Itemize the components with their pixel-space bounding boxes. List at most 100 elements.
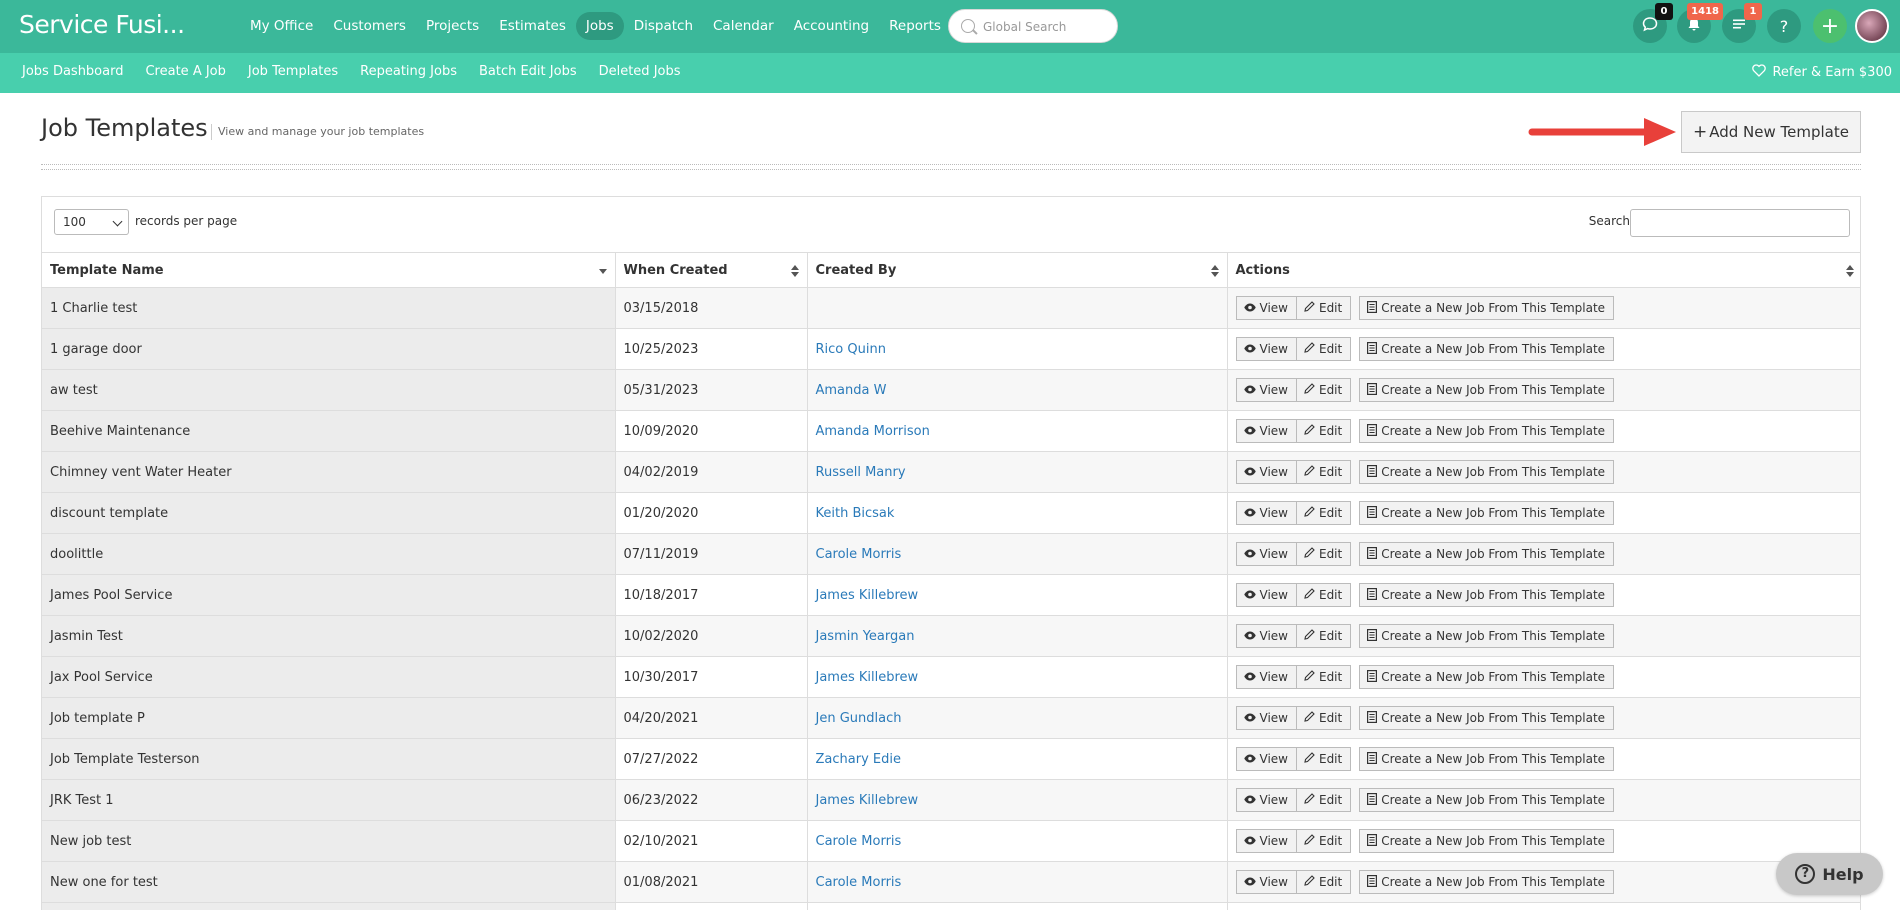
view-button[interactable]: View <box>1235 337 1297 361</box>
edit-button[interactable]: Edit <box>1296 788 1352 812</box>
create-job-from-template-button[interactable]: Create a New Job From This Template <box>1359 296 1615 320</box>
edit-button[interactable]: Edit <box>1296 870 1352 894</box>
subnav-item-deleted-jobs[interactable]: Deleted Jobs <box>599 64 681 79</box>
view-button[interactable]: View <box>1235 419 1297 443</box>
view-button[interactable]: View <box>1235 870 1297 894</box>
created-by-link[interactable]: Rico Quinn <box>816 342 886 357</box>
pencil-icon <box>1304 424 1315 438</box>
created-by-cell: James Killebrew <box>807 779 1228 821</box>
created-by-link[interactable]: Zachary Edie <box>816 752 901 767</box>
view-button[interactable]: View <box>1235 296 1297 320</box>
created-by-link[interactable]: Russell Manry <box>816 465 906 480</box>
help-widget-button[interactable]: ? Help <box>1776 853 1883 895</box>
help-button[interactable]: ? <box>1767 9 1801 43</box>
nav-item-calendar[interactable]: Calendar <box>703 12 784 40</box>
column-header-actions[interactable]: Actions <box>1227 252 1860 288</box>
column-header-when-created[interactable]: When Created <box>615 252 808 288</box>
brand-logo[interactable]: Service Fusi... <box>19 10 185 39</box>
create-job-from-template-button[interactable]: Create a New Job From This Template <box>1359 624 1615 648</box>
view-button[interactable]: View <box>1235 583 1297 607</box>
view-button[interactable]: View <box>1235 747 1297 771</box>
chat-button[interactable]: 0 <box>1633 3 1673 43</box>
created-by-link[interactable]: Jen Gundlach <box>816 711 902 726</box>
user-avatar[interactable] <box>1855 9 1889 43</box>
nav-item-projects[interactable]: Projects <box>416 12 489 40</box>
subnav-item-batch-edit-jobs[interactable]: Batch Edit Jobs <box>479 64 577 79</box>
nav-item-dispatch[interactable]: Dispatch <box>624 12 703 40</box>
create-job-from-template-button[interactable]: Create a New Job From This Template <box>1359 829 1615 853</box>
pencil-icon <box>1304 383 1315 397</box>
edit-button[interactable]: Edit <box>1296 829 1352 853</box>
subnav-item-job-templates[interactable]: Job Templates <box>248 64 338 79</box>
refer-earn-link[interactable]: Refer & Earn $300 <box>1752 64 1892 81</box>
global-search-input[interactable] <box>983 17 1108 37</box>
tasks-button[interactable]: 1 <box>1722 3 1762 43</box>
created-by-link[interactable]: Carole Morris <box>816 834 902 849</box>
view-button[interactable]: View <box>1235 378 1297 402</box>
create-job-from-template-button[interactable]: Create a New Job From This Template <box>1359 747 1615 771</box>
records-per-page-select[interactable]: 100 <box>54 209 129 235</box>
created-by-link[interactable]: James Killebrew <box>816 670 919 685</box>
edit-button[interactable]: Edit <box>1296 378 1352 402</box>
create-job-from-template-button[interactable]: Create a New Job From This Template <box>1359 665 1615 689</box>
edit-button[interactable]: Edit <box>1296 296 1352 320</box>
table-row: Beehive Maintenance 10/09/2020 Amanda Morr… <box>42 410 1860 452</box>
view-button[interactable]: View <box>1235 706 1297 730</box>
template-name-cell: 1 garage door <box>42 328 616 370</box>
created-by-link[interactable]: Jasmin Yeargan <box>816 629 915 644</box>
created-by-link[interactable]: James Killebrew <box>816 793 919 808</box>
nav-item-accounting[interactable]: Accounting <box>784 12 879 40</box>
edit-button[interactable]: Edit <box>1296 419 1352 443</box>
create-job-from-template-button[interactable]: Create a New Job From This Template <box>1359 337 1615 361</box>
quick-add-button[interactable]: + <box>1813 9 1847 43</box>
edit-button[interactable]: Edit <box>1296 747 1352 771</box>
subnav-item-create-a-job[interactable]: Create A Job <box>145 64 225 79</box>
edit-button[interactable]: Edit <box>1296 583 1352 607</box>
view-button[interactable]: View <box>1235 788 1297 812</box>
view-button[interactable]: View <box>1235 501 1297 525</box>
nav-item-my-office[interactable]: My Office <box>240 12 323 40</box>
column-header-template-name[interactable]: Template Name <box>42 252 616 288</box>
add-new-template-button[interactable]: + Add New Template <box>1681 111 1861 153</box>
subnav-item-jobs-dashboard[interactable]: Jobs Dashboard <box>22 64 123 79</box>
subnav-item-repeating-jobs[interactable]: Repeating Jobs <box>360 64 457 79</box>
edit-button[interactable]: Edit <box>1296 624 1352 648</box>
global-search[interactable] <box>948 9 1118 43</box>
create-job-from-template-button[interactable]: Create a New Job From This Template <box>1359 788 1615 812</box>
nav-item-reports[interactable]: Reports <box>879 12 951 40</box>
templates-table: Template Name When Created Created By Ac… <box>42 252 1860 910</box>
create-job-from-template-button[interactable]: Create a New Job From This Template <box>1359 378 1615 402</box>
view-button[interactable]: View <box>1235 829 1297 853</box>
edit-label: Edit <box>1318 629 1343 643</box>
create-job-from-template-button[interactable]: Create a New Job From This Template <box>1359 542 1615 566</box>
nav-item-jobs[interactable]: Jobs <box>575 12 624 40</box>
table-search-input[interactable] <box>1630 209 1850 237</box>
edit-button[interactable]: Edit <box>1296 706 1352 730</box>
edit-button[interactable]: Edit <box>1296 337 1352 361</box>
created-by-link[interactable]: Carole Morris <box>816 875 902 890</box>
create-job-from-template-button[interactable]: Create a New Job From This Template <box>1359 460 1615 484</box>
view-label: View <box>1259 547 1288 561</box>
view-button[interactable]: View <box>1235 624 1297 648</box>
view-button[interactable]: View <box>1235 665 1297 689</box>
notifications-button[interactable]: 1418 <box>1677 3 1723 43</box>
edit-button[interactable]: Edit <box>1296 665 1352 689</box>
view-button[interactable]: View <box>1235 542 1297 566</box>
view-button[interactable]: View <box>1235 460 1297 484</box>
created-by-link[interactable]: Keith Bicsak <box>816 506 895 521</box>
column-header-created-by[interactable]: Created By <box>807 252 1228 288</box>
create-job-from-template-button[interactable]: Create a New Job From This Template <box>1359 706 1615 730</box>
created-by-link[interactable]: Amanda W <box>816 383 887 398</box>
edit-button[interactable]: Edit <box>1296 542 1352 566</box>
nav-item-estimates[interactable]: Estimates <box>489 12 576 40</box>
created-by-link[interactable]: James Killebrew <box>816 588 919 603</box>
create-job-from-template-button[interactable]: Create a New Job From This Template <box>1359 501 1615 525</box>
created-by-link[interactable]: Amanda Morrison <box>816 424 930 439</box>
create-job-from-template-button[interactable]: Create a New Job From This Template <box>1359 419 1615 443</box>
created-by-link[interactable]: Carole Morris <box>816 547 902 562</box>
edit-button[interactable]: Edit <box>1296 460 1352 484</box>
nav-item-customers[interactable]: Customers <box>323 12 416 40</box>
edit-button[interactable]: Edit <box>1296 501 1352 525</box>
create-job-from-template-button[interactable]: Create a New Job From This Template <box>1359 583 1615 607</box>
create-job-from-template-button[interactable]: Create a New Job From This Template <box>1359 870 1615 894</box>
